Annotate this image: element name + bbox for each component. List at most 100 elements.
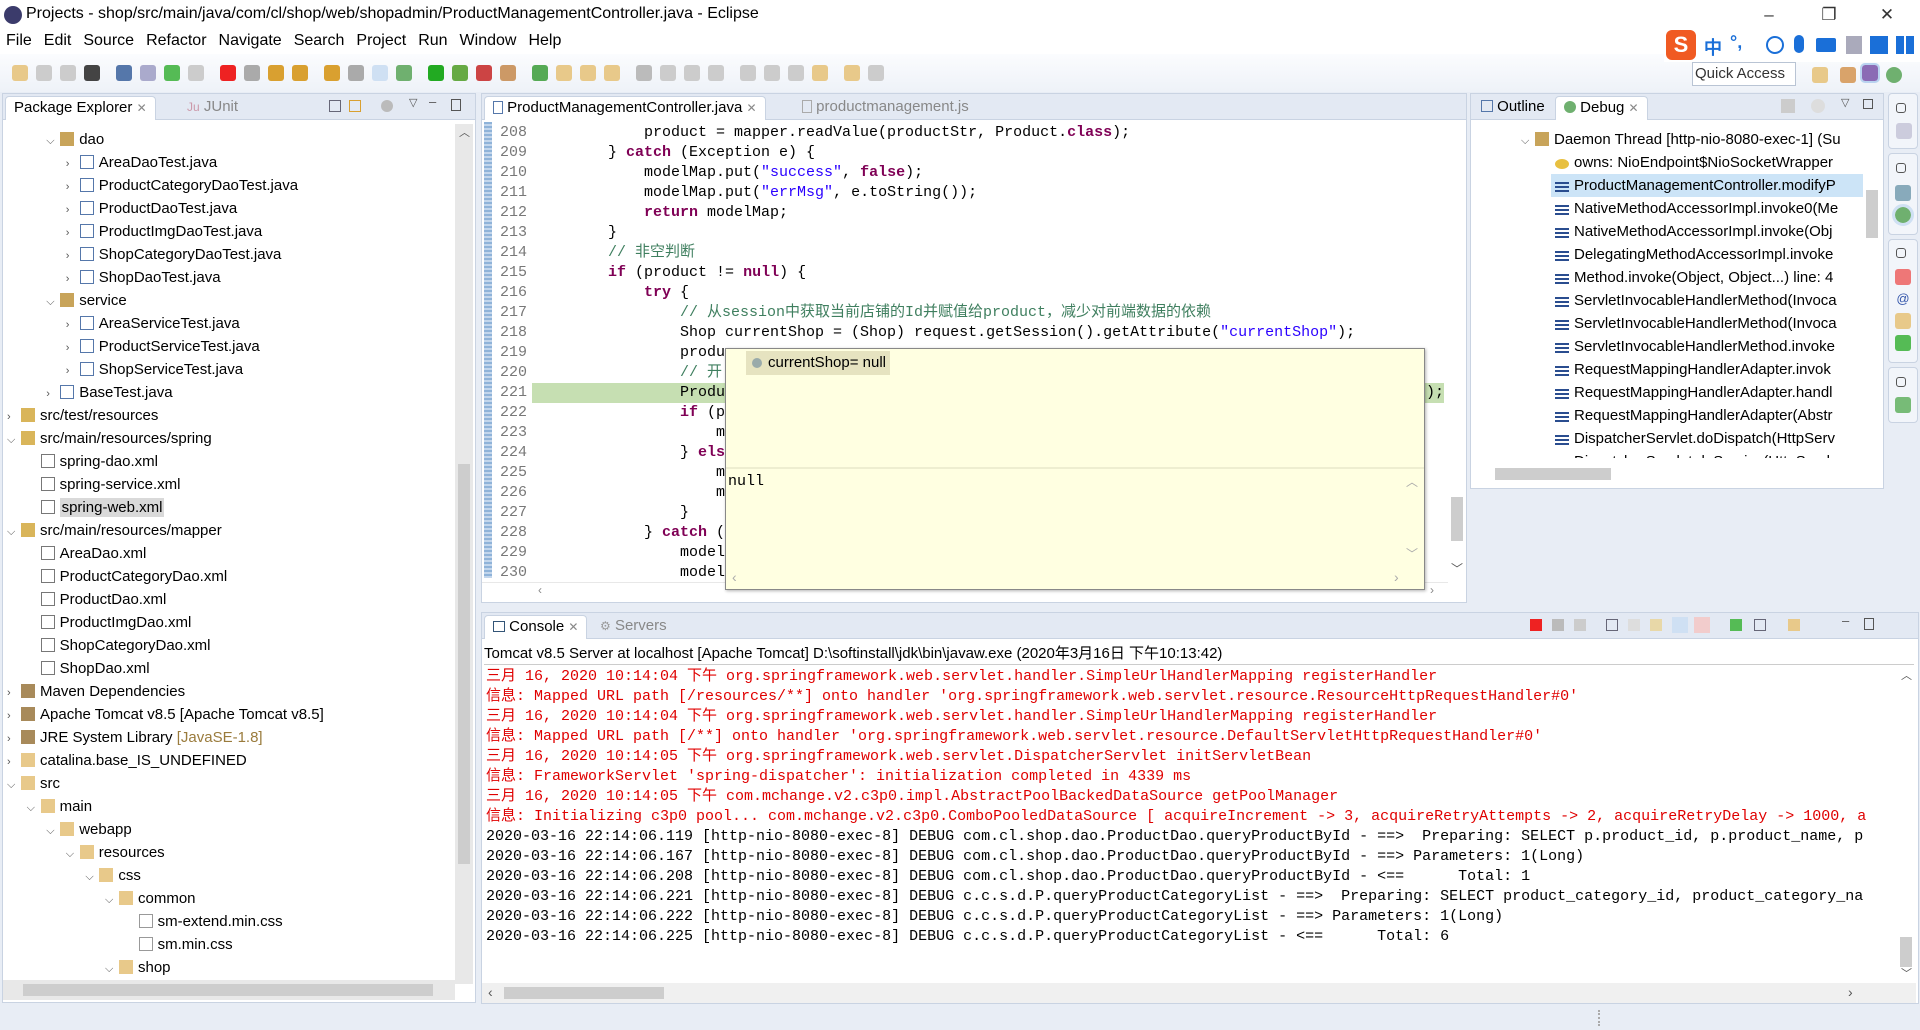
chevron-right-icon[interactable]: ›: [66, 153, 80, 176]
debug-perspective-icon[interactable]: [1886, 67, 1902, 83]
tab-outline[interactable]: Outline: [1473, 96, 1553, 120]
tab-debug[interactable]: Debug ✕: [1555, 96, 1648, 120]
menu-edit[interactable]: Edit: [38, 30, 78, 52]
explorer-vertical-scrollbar[interactable]: ︿: [455, 124, 473, 984]
chevron-down-icon[interactable]: ⌵: [105, 958, 119, 978]
new-java-package-icon[interactable]: [500, 65, 516, 81]
new-java-class-icon[interactable]: [532, 65, 548, 81]
tab-junit[interactable]: Ju JUnit: [179, 96, 246, 120]
variables-view-icon[interactable]: [1895, 313, 1911, 329]
toolbox-icon[interactable]: [1896, 36, 1914, 54]
emoji-icon[interactable]: [1766, 36, 1784, 54]
minimize-button[interactable]: –: [1746, 2, 1792, 28]
tree-item[interactable]: › ShopCategoryDaoTest.java: [66, 243, 282, 266]
tree-item[interactable]: sm-extend.min.css: [125, 910, 283, 933]
tree-item[interactable]: › ProductDaoTest.java: [66, 197, 237, 220]
git-view-icon[interactable]: [1895, 397, 1911, 413]
stack-frame[interactable]: ServletInvocableHandlerMethod.invoke: [1551, 335, 1863, 358]
view-menu-icon[interactable]: ▽: [409, 96, 417, 109]
tab-package-explorer[interactable]: Package Explorer ✕: [5, 96, 156, 120]
tree-item[interactable]: spring-web.xml: [27, 496, 165, 519]
stack-frame[interactable]: RequestMappingHandlerAdapter(Abstr: [1551, 404, 1863, 427]
chevron-down-icon[interactable]: ⌵: [66, 843, 80, 866]
remove-terminated-icon[interactable]: [1781, 99, 1795, 113]
resume-icon[interactable]: [164, 65, 180, 81]
maximize-view-icon[interactable]: [451, 99, 461, 111]
chevron-down-icon[interactable]: ⌵: [46, 820, 60, 843]
chevron-right-icon[interactable]: ›: [66, 337, 80, 360]
terminate-icon[interactable]: [1530, 619, 1542, 631]
tree-item[interactable]: › ShopServiceTest.java: [66, 358, 243, 381]
disconnect-icon[interactable]: [244, 65, 260, 81]
maximize-view-icon[interactable]: [1864, 618, 1874, 630]
use-step-filters-icon[interactable]: [372, 65, 388, 81]
scrollbar-thumb[interactable]: [1866, 190, 1878, 238]
chevron-right-icon[interactable]: ›: [7, 705, 21, 728]
explorer-horizontal-scrollbar[interactable]: [3, 980, 455, 1000]
remove-all-terminated-icon[interactable]: [1574, 619, 1586, 631]
tree-item[interactable]: › AreaDaoTest.java: [66, 151, 217, 174]
back-history-icon[interactable]: [844, 65, 860, 81]
previous-annotation-icon[interactable]: [684, 65, 700, 81]
chevron-right-icon[interactable]: ›: [46, 383, 60, 406]
console-vertical-scrollbar[interactable]: ︿ ﹀: [1896, 667, 1916, 983]
tree-item[interactable]: › Apache Tomcat v8.5 [Apache Tomcat v8.5]: [7, 703, 324, 726]
minimize-view-icon[interactable]: –: [429, 94, 436, 109]
tree-item[interactable]: spring-dao.xml: [27, 450, 158, 473]
console-output[interactable]: 三月 16, 2020 10:14:04 下午 org.springframew…: [482, 667, 1892, 981]
step-return-icon[interactable]: [324, 65, 340, 81]
tree-item[interactable]: ⌵ dao: [46, 128, 104, 151]
tree-item[interactable]: ShopCategoryDao.xml: [27, 634, 211, 657]
stack-frame[interactable]: NativeMethodAccessorImpl.invoke0(Me: [1551, 197, 1863, 220]
collapse-all-icon[interactable]: [329, 100, 341, 112]
tree-item[interactable]: ShopDao.xml: [27, 657, 150, 680]
menu-refactor[interactable]: Refactor: [140, 30, 212, 52]
external-tools-icon[interactable]: [476, 65, 492, 81]
stack-frame[interactable]: DispatcherServlet.doDispatch(HttpServ: [1551, 427, 1863, 450]
tree-item[interactable]: ⌵ webapp: [46, 818, 132, 841]
tree-item[interactable]: › ProductCategoryDaoTest.java: [66, 174, 298, 197]
expression-row[interactable]: currentShop= null: [746, 351, 890, 375]
tree-item[interactable]: ⌵ common: [105, 887, 196, 910]
tree-item[interactable]: › src/test/resources: [7, 404, 158, 427]
chevron-down-icon[interactable]: ⌵: [7, 774, 21, 797]
close-tab-icon[interactable]: ✕: [1629, 101, 1639, 115]
restore-icon[interactable]: [1896, 248, 1906, 258]
value-detail-pane[interactable]: null: [728, 471, 1398, 571]
debug-icon[interactable]: [396, 65, 412, 81]
chevron-down-icon[interactable]: ⌵: [7, 521, 21, 544]
tree-item[interactable]: ProductImgDao.xml: [27, 611, 191, 634]
step-over-icon[interactable]: [292, 65, 308, 81]
open-perspective-icon[interactable]: [1812, 67, 1828, 83]
run-icon[interactable]: [428, 65, 444, 81]
chevron-right-icon[interactable]: ›: [66, 245, 80, 268]
restore-icon[interactable]: [1896, 377, 1906, 387]
thread-item[interactable]: ⌵ Daemon Thread [http-nio-8080-exec-1] (S…: [1521, 128, 1841, 151]
breakpoints-view-icon[interactable]: [1895, 269, 1911, 285]
tab-console[interactable]: Console ✕: [484, 615, 588, 639]
minimize-view-icon[interactable]: –: [1842, 613, 1849, 628]
forward-icon[interactable]: [812, 65, 828, 81]
skin-icon[interactable]: [1870, 36, 1888, 54]
menu-help[interactable]: Help: [522, 30, 567, 52]
scrollbar-thumb[interactable]: [23, 984, 433, 996]
chevron-right-icon[interactable]: ›: [66, 222, 80, 245]
chevron-down-icon[interactable]: ⌵: [7, 429, 21, 452]
tree-item[interactable]: › ProductImgDaoTest.java: [66, 220, 262, 243]
monitor-item[interactable]: owns: NioEndpoint$NioSocketWrapper: [1555, 151, 1833, 174]
display-view-icon[interactable]: [1895, 335, 1911, 351]
stack-frame[interactable]: ProductManagementController.modifyP: [1551, 174, 1863, 197]
view-menu-icon[interactable]: ▽: [1841, 96, 1849, 109]
tree-item[interactable]: ⌵ src/main/resources/spring: [7, 427, 212, 450]
restore-icon[interactable]: [1896, 103, 1906, 113]
debug-view-icon[interactable]: [1892, 204, 1914, 226]
pin-console-icon[interactable]: [1730, 619, 1742, 631]
console-view-icon[interactable]: [1896, 123, 1912, 139]
outline-view-icon[interactable]: [1895, 185, 1911, 201]
word-wrap-icon[interactable]: [1650, 619, 1662, 631]
drop-to-frame-icon[interactable]: [348, 65, 364, 81]
stack-frame[interactable]: DispatcherServlet.doService(HttpServle: [1551, 450, 1863, 458]
quick-access-input[interactable]: Quick Access: [1692, 62, 1796, 86]
open-console-icon[interactable]: [1788, 619, 1800, 631]
display-selected-console-icon[interactable]: [1754, 619, 1766, 631]
